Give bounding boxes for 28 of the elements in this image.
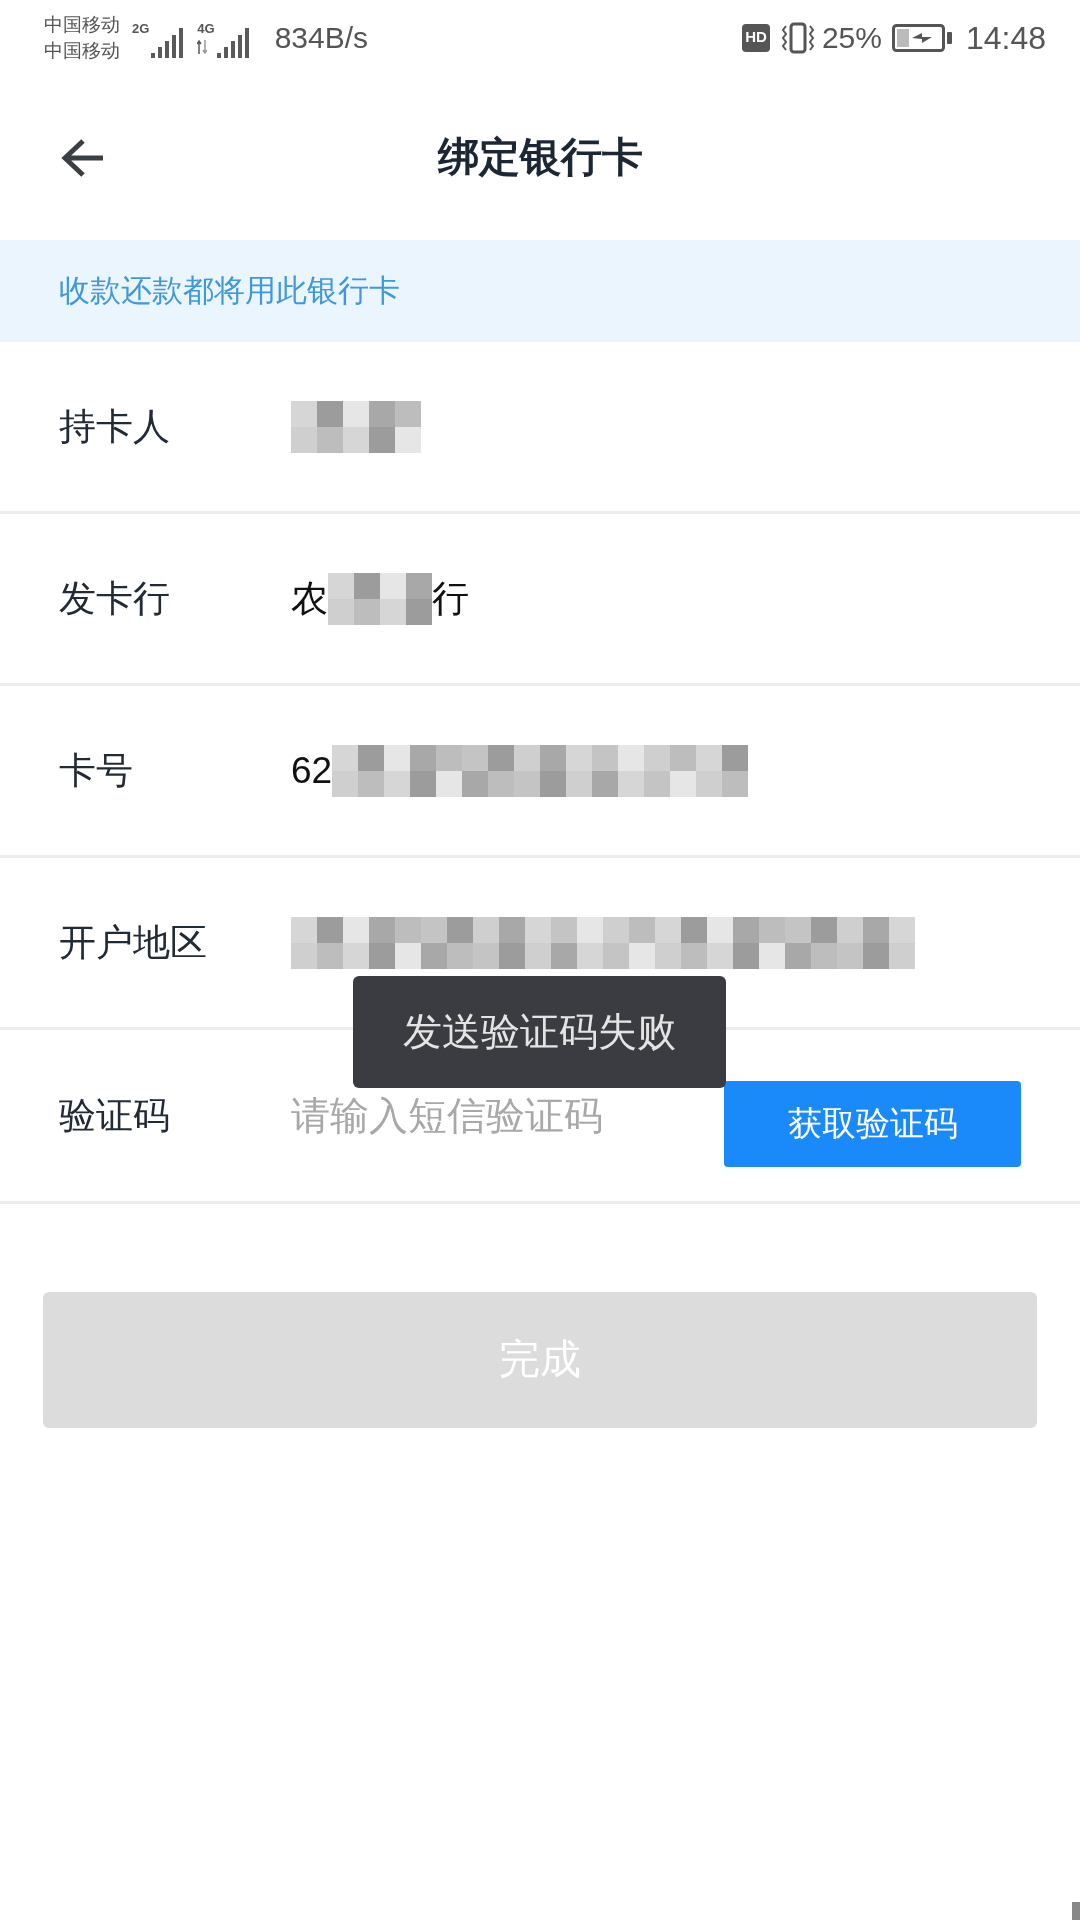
field-value: 行: [432, 576, 469, 621]
field-value: 62: [291, 748, 333, 793]
back-arrow-icon: [61, 137, 105, 178]
battery-percent-label: 25%: [821, 20, 882, 56]
page-title: 绑定银行卡: [437, 132, 643, 182]
code-input-field[interactable]: 请输入短信验证码: [291, 1085, 724, 1146]
error-toast: 发送验证码失败: [353, 976, 726, 1088]
battery-charging-icon: [891, 23, 952, 52]
scroll-indicator: [1072, 1902, 1080, 1920]
field-label: 卡号: [59, 748, 134, 793]
notice-banner: 收款还款都将用此银行卡: [0, 240, 1080, 342]
clock-label: 14:48: [965, 18, 1046, 58]
field-label: 验证码: [59, 1093, 171, 1138]
signal-icon: [216, 27, 251, 58]
vibrate-icon: [779, 21, 816, 54]
get-code-button[interactable]: 获取验证码: [724, 1080, 1021, 1167]
signal-icon: [151, 27, 186, 58]
field-value: 农: [291, 576, 328, 621]
network-type-label: 4G: [197, 21, 215, 36]
network-speed-label: 834B/s: [274, 20, 369, 56]
data-arrows-icon: [197, 39, 208, 54]
field-label: 发卡行: [59, 576, 171, 621]
field-label: 开户地区: [59, 920, 208, 965]
carrier-label: 中国移动: [44, 12, 120, 37]
network-type-label: 2G: [132, 21, 150, 36]
field-label: 持卡人: [59, 404, 171, 449]
carrier-label: 中国移动: [44, 38, 120, 63]
hd-badge: HD: [742, 23, 770, 52]
